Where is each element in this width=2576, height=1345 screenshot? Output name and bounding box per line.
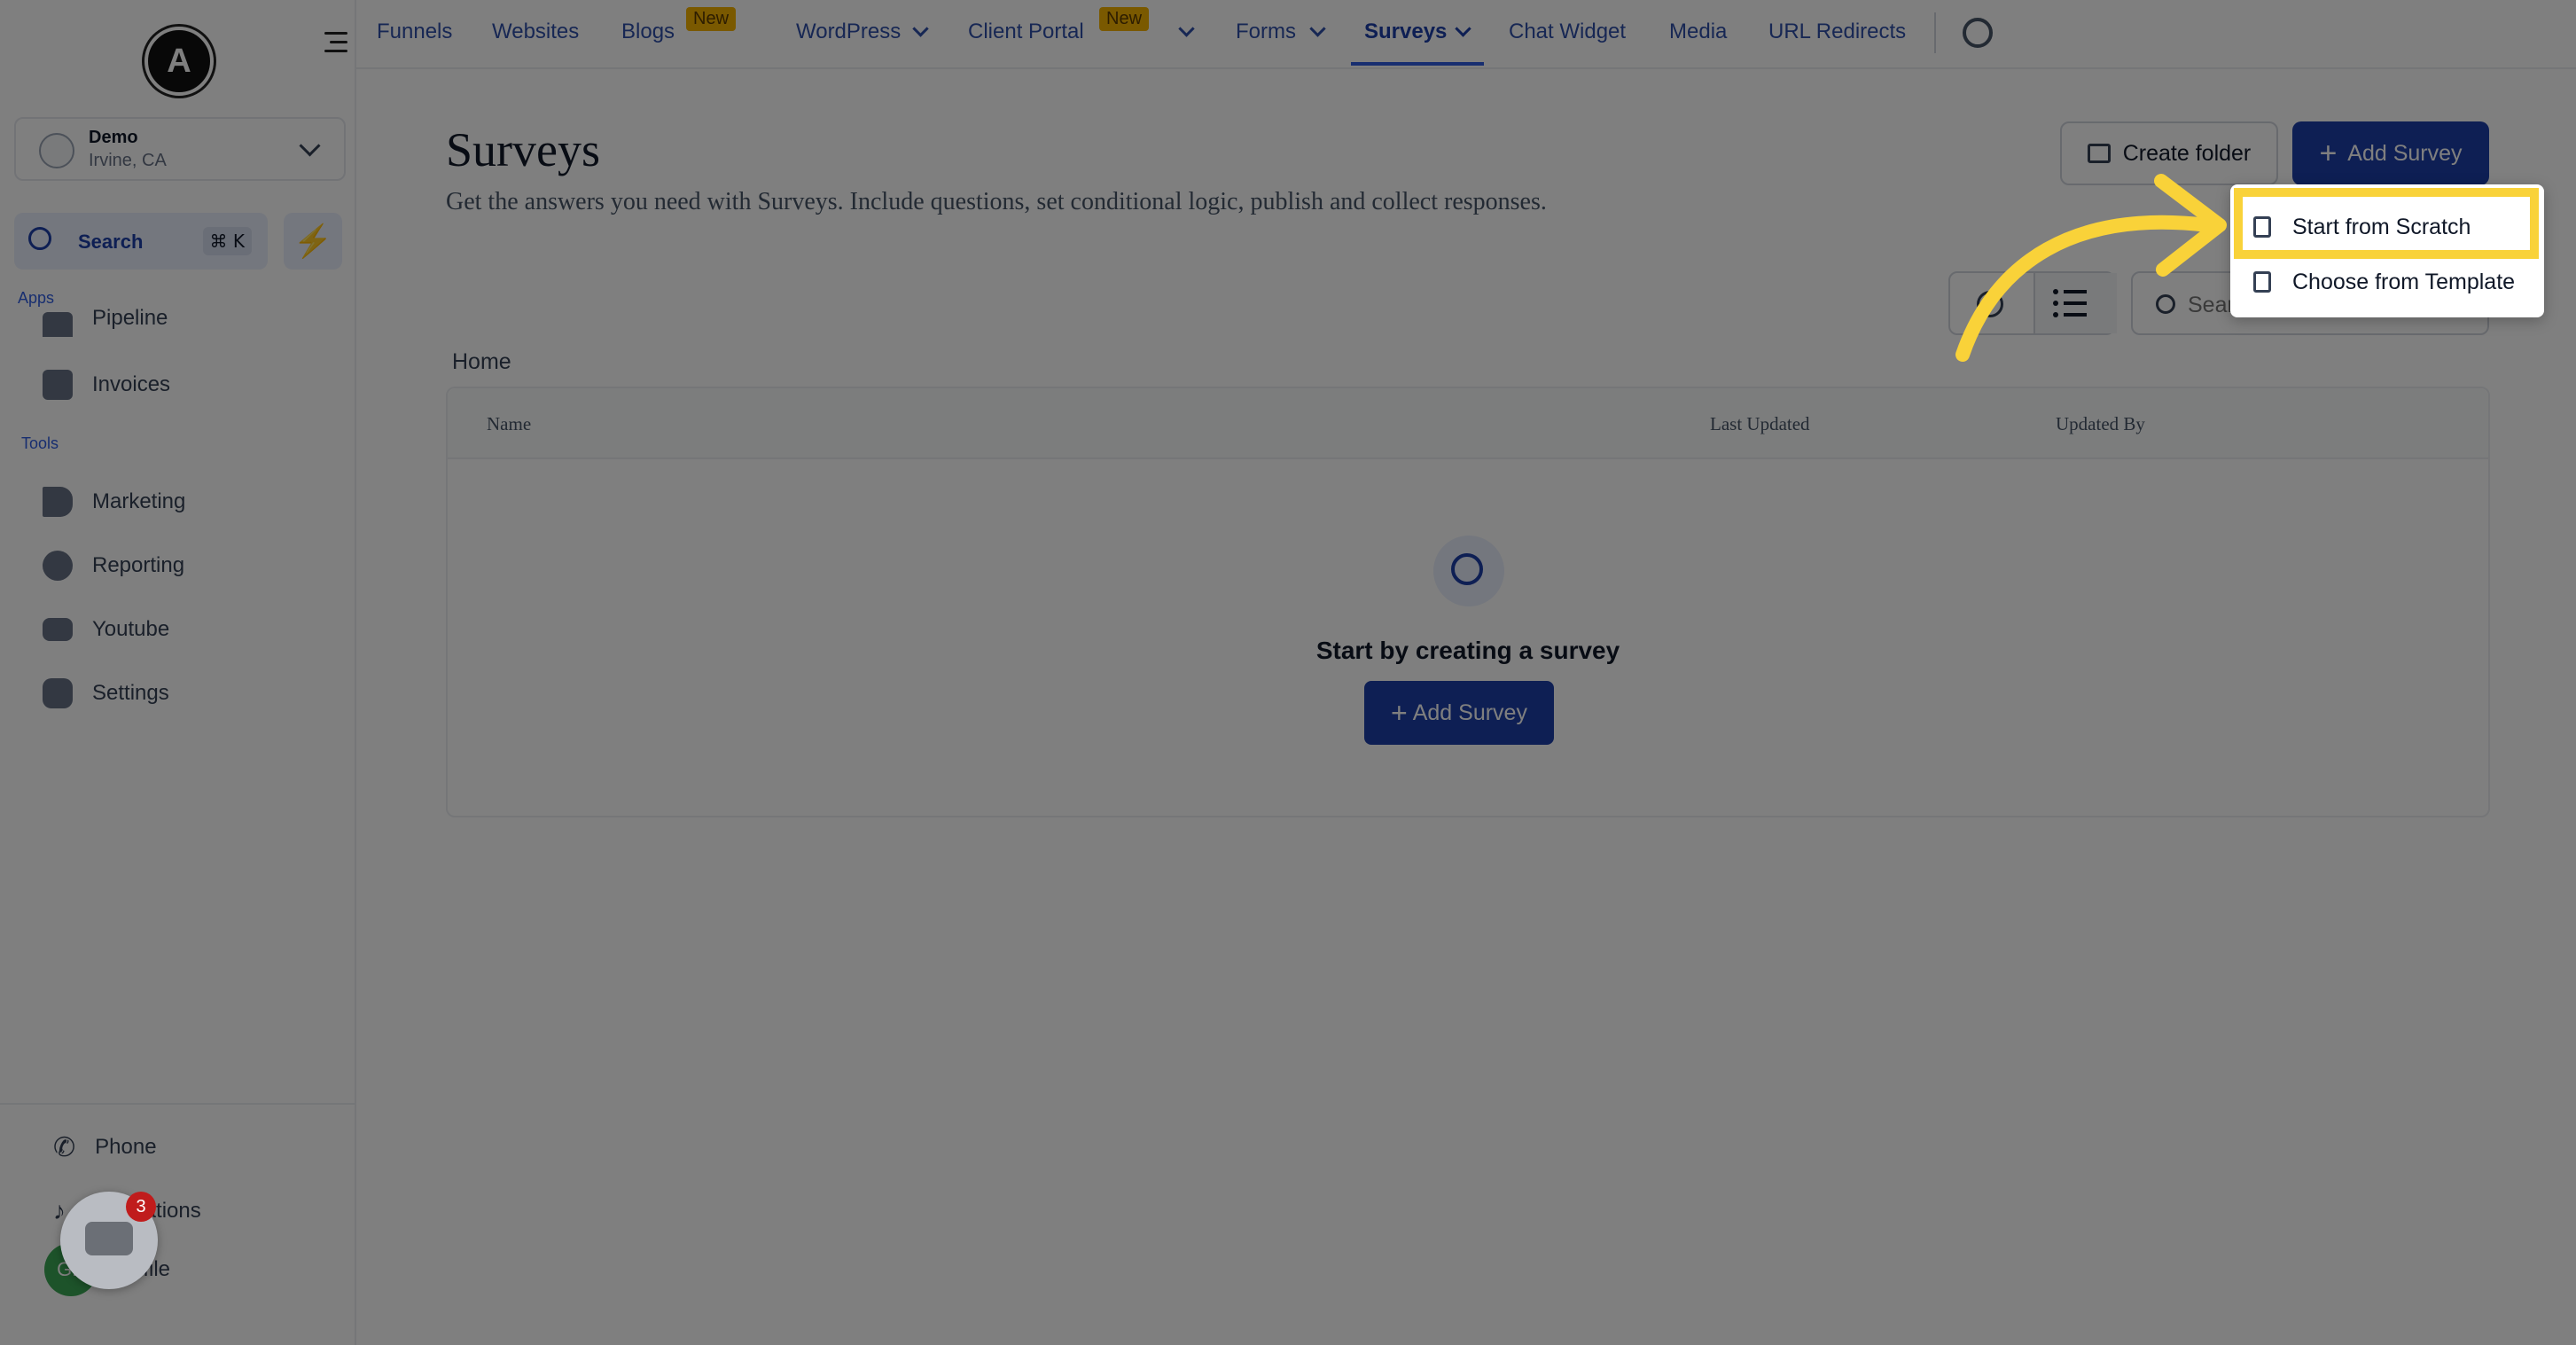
highlight-box	[2234, 188, 2539, 259]
notification-count-badge: 3	[126, 1192, 156, 1222]
tutorial-arrow-icon	[1955, 174, 2227, 362]
app-page: A Demo Irvine, CA Search ⌘ K ⚡ Apps Pipe…	[0, 0, 2576, 1345]
menu-item-label: Choose from Template	[2292, 269, 2516, 294]
chat-bubble-icon	[85, 1222, 133, 1255]
choose-from-template-item[interactable]: Choose from Template	[2230, 257, 2544, 307]
template-doc-icon	[2253, 271, 2271, 293]
chat-widget-button[interactable]: 3	[60, 1192, 158, 1289]
